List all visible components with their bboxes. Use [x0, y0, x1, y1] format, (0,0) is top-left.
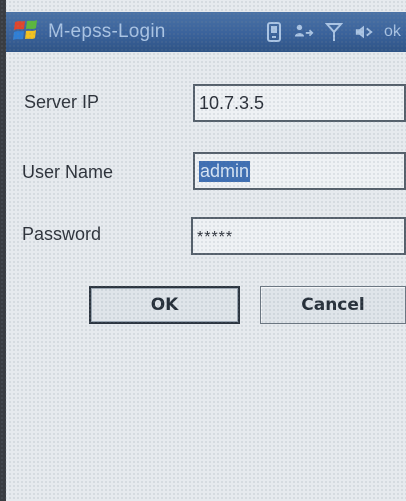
speaker-icon[interactable] [354, 21, 374, 43]
cancel-button[interactable]: Cancel [260, 286, 406, 324]
system-tray: ok [264, 12, 406, 52]
server-ip-input[interactable]: 10.7.3.5 [193, 84, 406, 122]
device-icon[interactable] [264, 21, 284, 43]
ok-button[interactable]: OK [89, 286, 240, 324]
password-value: ***** [197, 229, 234, 246]
title-bar: M-epss-Login ok [6, 12, 406, 52]
server-ip-value: 10.7.3.5 [199, 92, 265, 113]
window-title: M-epss-Login [48, 21, 166, 42]
windows-flag-icon [12, 17, 40, 47]
device-bezel [0, 0, 6, 501]
password-label: Password [22, 224, 102, 244]
ok-tray-button[interactable]: ok [384, 23, 406, 41]
username-value: admin [199, 160, 251, 182]
login-screen: M-epss-Login ok Server IP 10.7.3.5 User … [0, 0, 406, 501]
signal-antenna-icon[interactable] [324, 21, 344, 43]
username-label: User Name [22, 162, 114, 182]
start-button[interactable] [6, 12, 46, 52]
password-input[interactable]: ***** [191, 217, 406, 255]
connectivity-icon[interactable] [294, 21, 314, 43]
username-input[interactable]: admin [193, 152, 406, 190]
server-ip-label: Server IP [24, 92, 100, 112]
